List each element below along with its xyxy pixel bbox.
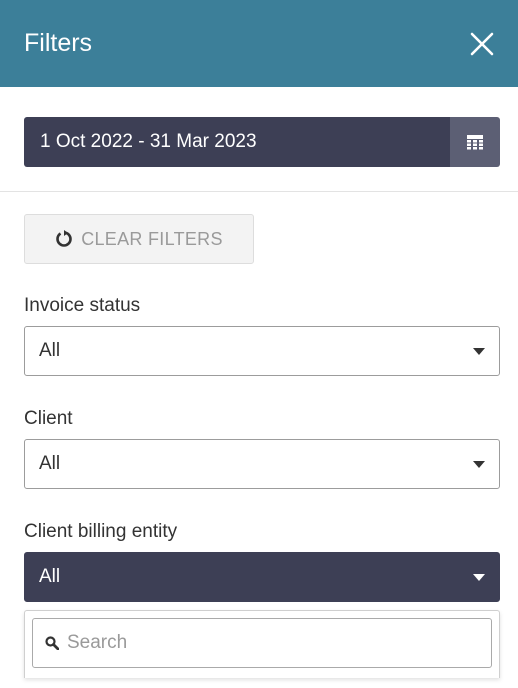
- chevron-down-icon: [473, 573, 485, 581]
- client-label: Client: [24, 408, 73, 429]
- panel-title: Filters: [24, 29, 93, 57]
- filters-body: CLEAR FILTERS Invoice status All Client …: [0, 192, 518, 678]
- dropdown-search-input[interactable]: [65, 631, 469, 655]
- close-icon: [470, 32, 494, 55]
- clear-filters-label: CLEAR FILTERS: [81, 228, 223, 249]
- invoice-status-label: Invoice status: [24, 295, 141, 316]
- chevron-down-icon: [473, 460, 485, 468]
- dropdown-search-box[interactable]: [32, 618, 492, 668]
- calendar-icon: [467, 134, 483, 149]
- refresh-icon: [56, 230, 72, 247]
- calendar-button[interactable]: [450, 117, 500, 167]
- client-billing-entity-select[interactable]: All: [24, 552, 500, 602]
- clear-filters-button[interactable]: CLEAR FILTERS: [24, 214, 254, 264]
- client-select[interactable]: All: [24, 439, 500, 489]
- date-range-section: 1 Oct 2022 - 31 Mar 2023: [0, 87, 518, 192]
- client-billing-entity-label: Client billing entity: [24, 521, 178, 542]
- panel-header: Filters: [0, 0, 518, 87]
- date-range-value[interactable]: 1 Oct 2022 - 31 Mar 2023: [24, 117, 450, 167]
- invoice-status-select[interactable]: All: [24, 326, 500, 376]
- invoice-status-value: All: [39, 340, 61, 361]
- chevron-down-icon: [473, 347, 485, 355]
- close-button[interactable]: [466, 28, 498, 60]
- filters-panel: Filters 1 Oct 2022 - 31 Mar 2023 CLEAR F…: [0, 0, 518, 688]
- client-value: All: [39, 453, 61, 474]
- client-billing-entity-dropdown: [24, 610, 500, 678]
- search-icon: [45, 636, 59, 650]
- client-billing-entity-value: All: [39, 566, 61, 587]
- date-range-picker[interactable]: 1 Oct 2022 - 31 Mar 2023: [24, 117, 500, 167]
